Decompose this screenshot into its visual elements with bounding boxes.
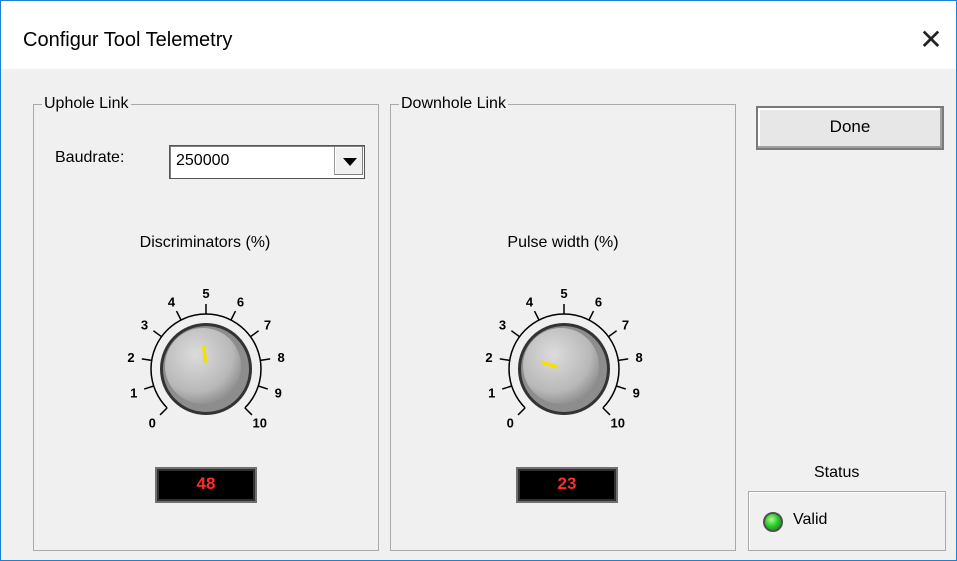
knob-scale-tick [501,385,512,390]
uphole-link-legend: Uphole Link [42,95,131,113]
knob-scale-label: 9 [633,385,640,400]
pulse-width-readout-value: 23 [557,474,577,493]
knob-scale-label: 1 [488,385,495,400]
dialog-title: Configur Tool Telemetry [23,29,233,51]
knob-scale-label: 5 [560,286,567,301]
done-button[interactable]: Done [756,106,944,150]
status-label: Status [814,464,860,481]
knob-scale-label: 4 [526,294,534,309]
knob-scale-label: 3 [499,317,506,332]
knob-scale-label: 3 [141,317,148,332]
dropdown-button[interactable] [334,147,363,175]
discriminators-readout-value: 48 [196,474,216,493]
knob-scale-tick [244,407,253,416]
baudrate-dropdown[interactable]: 250000 [169,145,365,179]
knob-scale-tick [588,310,595,321]
discriminators-title: Discriminators (%) [139,234,271,251]
chevron-down-icon [343,158,357,166]
knob-scale-tick [260,358,271,362]
knob-scale-tick [616,385,627,390]
knob-scale-label: 8 [635,350,642,365]
knob-scale-tick [143,385,154,390]
knob-pointer [202,345,207,363]
knob-scale-tick [499,358,510,362]
knob-scale-tick [141,358,152,362]
close-icon[interactable]: ✕ [914,23,948,57]
knob-scale-label: 1 [130,385,137,400]
knob-scale-label: 0 [149,416,156,431]
knob-scale-tick [175,310,182,321]
discriminators-knob[interactable]: 0 1 2 3 4 5 6 7 8 9 10 [106,271,306,451]
knob-scale-label: 6 [237,294,244,309]
baudrate-label: Baudrate: [55,149,125,166]
title-bar: Configur Tool Telemetry ✕ [1,1,956,69]
pulse-width-title: Pulse width (%) [507,234,619,251]
knob-scale-tick [258,385,269,390]
pulse-width-readout: 23 [516,467,618,503]
baudrate-value: 250000 [176,152,230,169]
knob-scale-tick [230,310,237,321]
knob-scale-label: 5 [202,286,209,301]
knob-scale-tick [510,330,520,338]
knob-scale-tick [608,330,618,338]
knob-scale-label: 2 [127,350,134,365]
pulse-width-knob[interactable]: 0 1 2 3 4 5 6 7 8 9 10 [464,271,664,451]
knob-scale-label: 4 [168,294,176,309]
knob-scale-label: 10 [611,416,625,431]
knob-scale-label: 7 [622,317,629,332]
dialog-window: Configur Tool Telemetry ✕ Uphole Link Ba… [0,0,957,561]
knob-scale-tick [159,407,168,416]
status-led-icon [763,512,783,532]
downhole-link-legend: Downhole Link [399,95,508,113]
knob-scale-label: 7 [264,317,271,332]
knob-scale-label: 0 [507,416,514,431]
knob-scale-label: 8 [277,350,284,365]
knob-scale-label: 10 [253,416,267,431]
knob-scale-label: 9 [275,385,282,400]
knob-face [165,328,241,404]
knob-face [523,328,599,404]
knob-scale-tick [602,407,611,416]
discriminators-readout: 48 [155,467,257,503]
knob-scale-tick [517,407,526,416]
knob-scale-tick [618,358,629,362]
knob-scale-tick [250,330,260,338]
knob-scale-tick [152,330,162,338]
status-box: Valid [748,491,946,551]
status-text: Valid [793,511,828,528]
knob-scale-tick [533,310,540,321]
knob-scale-label: 6 [595,294,602,309]
knob-scale-label: 2 [485,350,492,365]
